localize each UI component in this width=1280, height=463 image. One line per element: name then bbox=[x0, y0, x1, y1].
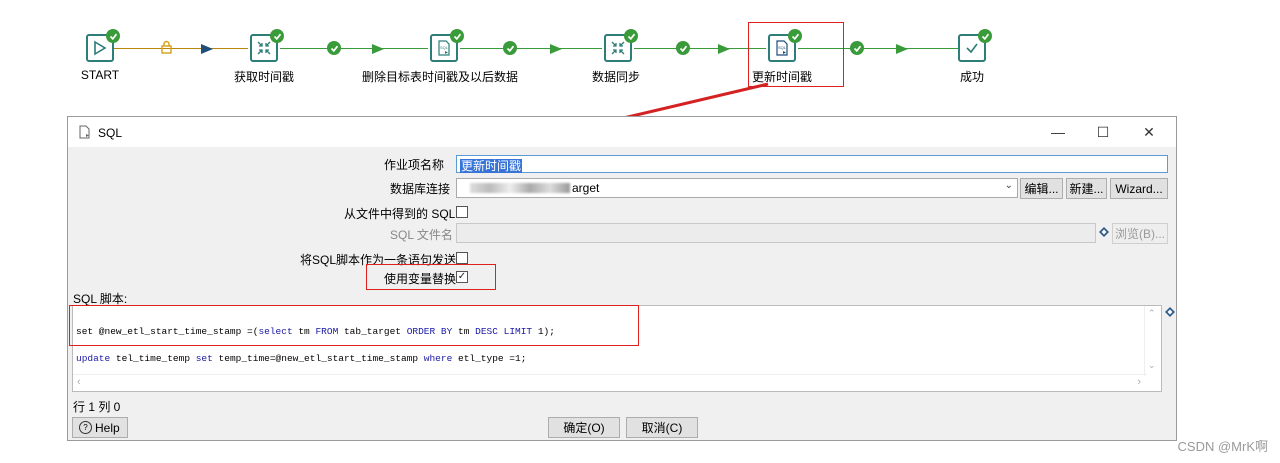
sql-dialog: SQL — ☐ ✕ 作业项名称 更新时间戳 数据库连接 arget ⌄ 编辑..… bbox=[67, 116, 1177, 441]
dialog-title: SQL bbox=[98, 126, 123, 140]
sql-from-file-label: 从文件中得到的 SQL bbox=[344, 207, 456, 221]
help-label: Help bbox=[95, 420, 120, 435]
hop-arrow-icon bbox=[896, 44, 908, 54]
workflow-node-get-timestamp[interactable] bbox=[250, 29, 284, 62]
cursor-position-label: 行 1 列 0 bbox=[73, 400, 121, 414]
workflow-node-delete-target[interactable]: SQL bbox=[430, 29, 464, 62]
sql-filename-label: SQL 文件名 bbox=[390, 228, 453, 242]
edit-connection-button[interactable]: 编辑... bbox=[1020, 178, 1063, 199]
code-token: tel_time_temp bbox=[110, 353, 196, 364]
merge-arrows-icon bbox=[257, 41, 271, 55]
success-badge-icon bbox=[450, 29, 464, 43]
workflow-node-data-sync[interactable] bbox=[604, 29, 638, 62]
maximize-button[interactable]: ☐ bbox=[1088, 121, 1118, 143]
code-keyword: set bbox=[195, 353, 213, 364]
workflow-node-label: 删除目标表时间戳及以后数据 bbox=[361, 70, 519, 84]
send-single-statement-checkbox[interactable] bbox=[456, 252, 468, 264]
minimize-button[interactable]: — bbox=[1043, 121, 1073, 143]
cancel-button[interactable]: 取消(C) bbox=[626, 417, 698, 438]
hop-arrow-icon bbox=[372, 44, 384, 54]
help-button[interactable]: ? Help bbox=[72, 417, 128, 438]
variable-diamond-icon bbox=[1099, 227, 1109, 237]
step-name-label: 作业项名称 bbox=[384, 158, 445, 172]
highlight-box bbox=[366, 264, 496, 290]
workflow-node-success[interactable] bbox=[958, 29, 992, 62]
hop-ok-icon bbox=[676, 41, 690, 55]
dialog-titlebar: SQL — ☐ ✕ bbox=[68, 117, 1176, 147]
scroll-down-icon[interactable]: ⌄ bbox=[1148, 360, 1156, 371]
hop-line bbox=[634, 48, 766, 49]
merge-arrows-icon bbox=[611, 41, 625, 55]
watermark: CSDN @MrK啊 bbox=[1177, 439, 1268, 454]
scroll-left-icon[interactable]: ‹ bbox=[77, 376, 81, 388]
wizard-button[interactable]: Wizard... bbox=[1110, 178, 1168, 199]
hop-arrow-icon bbox=[201, 44, 213, 54]
help-icon: ? bbox=[79, 421, 92, 434]
sql-script-icon: SQL bbox=[438, 40, 450, 56]
lock-icon bbox=[161, 40, 172, 54]
workflow-node-label: 获取时间戳 bbox=[233, 70, 295, 84]
svg-text:SQL: SQL bbox=[440, 45, 449, 50]
sql-filename-field[interactable] bbox=[456, 223, 1096, 243]
start-triangle-icon bbox=[94, 40, 107, 56]
code-keyword: update bbox=[76, 353, 111, 364]
hop-ok-icon bbox=[850, 41, 864, 55]
new-connection-button[interactable]: 新建... bbox=[1066, 178, 1107, 199]
blurred-connection-prefix bbox=[470, 183, 570, 193]
close-button[interactable]: ✕ bbox=[1134, 121, 1164, 143]
db-connection-select[interactable]: arget ⌄ bbox=[456, 178, 1018, 198]
ok-button[interactable]: 确定(O) bbox=[548, 417, 620, 438]
step-name-field[interactable]: 更新时间戳 bbox=[456, 155, 1168, 173]
workflow-node-start[interactable] bbox=[86, 29, 120, 62]
browse-button[interactable]: 浏览(B)... bbox=[1112, 223, 1168, 244]
hop-line bbox=[460, 48, 602, 49]
code-token: etl_type =1; bbox=[452, 353, 527, 364]
sql-line-2: update tel_time_temp set temp_time=@new_… bbox=[76, 353, 555, 364]
sql-script-icon bbox=[79, 125, 90, 139]
highlight-box bbox=[748, 22, 844, 87]
chevron-down-icon[interactable]: ⌄ bbox=[1005, 180, 1013, 191]
variable-diamond-icon bbox=[1165, 307, 1175, 317]
db-connection-label: 数据库连接 bbox=[390, 182, 451, 196]
success-badge-icon bbox=[978, 29, 992, 43]
hop-arrow-icon bbox=[550, 44, 562, 54]
horizontal-scrollbar[interactable]: ‹ › bbox=[73, 374, 1147, 391]
success-badge-icon bbox=[106, 29, 120, 43]
db-connection-value: arget bbox=[572, 181, 600, 195]
hop-line bbox=[280, 48, 428, 49]
hop-ok-icon bbox=[503, 41, 517, 55]
step-name-value: 更新时间戳 bbox=[460, 159, 523, 173]
workflow-node-label: 成功 bbox=[959, 70, 985, 84]
success-check-icon bbox=[966, 43, 978, 54]
workflow-node-label: START bbox=[80, 68, 120, 82]
vertical-scrollbar[interactable]: ⌃ ⌄ bbox=[1144, 306, 1161, 376]
code-token: temp_time=@new_etl_start_time_stamp bbox=[212, 353, 424, 364]
code-keyword: where bbox=[423, 353, 453, 364]
success-badge-icon bbox=[624, 29, 638, 43]
hop-ok-icon bbox=[327, 41, 341, 55]
hop-line bbox=[112, 48, 248, 49]
highlight-box bbox=[69, 305, 639, 346]
scroll-right-icon[interactable]: › bbox=[1137, 376, 1141, 388]
sql-from-file-checkbox[interactable] bbox=[456, 206, 468, 218]
hop-arrow-icon bbox=[718, 44, 730, 54]
scroll-up-icon[interactable]: ⌃ bbox=[1148, 308, 1156, 319]
success-badge-icon bbox=[270, 29, 284, 43]
